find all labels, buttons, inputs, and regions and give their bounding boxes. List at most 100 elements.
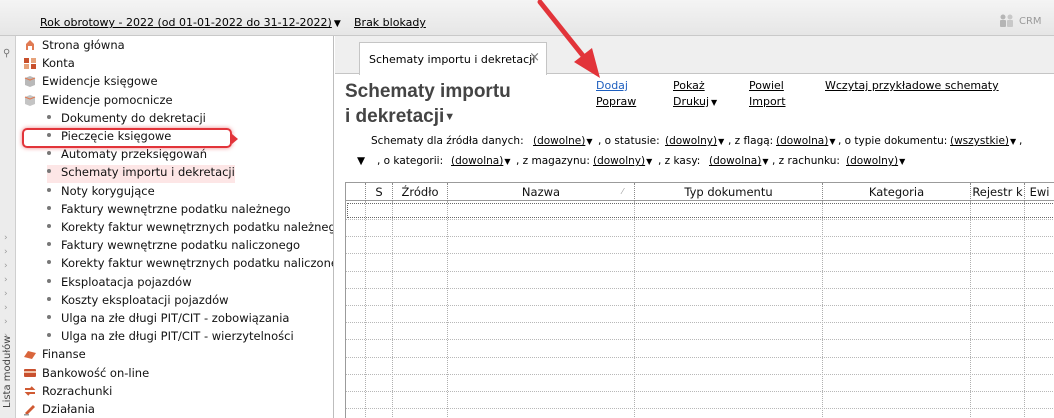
filter-doctype-value: (wszystkie) [950, 135, 1010, 147]
chevron-down-icon: ▼ [333, 19, 341, 29]
filter-cashbox-select[interactable]: (dowolna)▼ [709, 155, 768, 167]
grid-header-cell[interactable]: Rejestr k [971, 183, 1025, 201]
sidebar-item[interactable]: Strona główna [23, 38, 125, 56]
grid-column-line [1024, 201, 1025, 418]
sidebar-item-label: Konta [42, 56, 75, 71]
bullet-icon [47, 224, 51, 228]
bullet-icon [47, 114, 51, 119]
filter-trailing-comma: , [1019, 135, 1023, 147]
filter-warehouse-select[interactable]: (dowolny)▼ [593, 155, 652, 167]
edit-button[interactable]: Popraw [596, 95, 636, 108]
grid-header-cell[interactable]: Typ dokumentu [635, 183, 823, 201]
chevron-down-icon: ▼ [899, 157, 906, 166]
sidebar-subitem-label: Ulga na złe długi PIT/CIT - zobowiązania [61, 311, 290, 325]
filter-account-select[interactable]: (dowolny)▼ [846, 155, 905, 167]
filter-warehouse-label: , z magazynu: [516, 155, 590, 167]
top-bar: Rok obrotowy - 2022 (od 01-01-2022 do 31… [0, 0, 1054, 36]
grid-header-cell[interactable]: Ewi [1025, 183, 1054, 201]
grid-row-line [346, 373, 1054, 375]
filter-flag-select[interactable]: (dowolna)▼ [776, 135, 835, 147]
auxiliary-ledger-icon [23, 93, 37, 107]
sidebar-item[interactable]: Bankowość on-line [23, 366, 149, 384]
bullet-icon [47, 278, 51, 283]
grid-header-cell[interactable]: Źródło [393, 183, 448, 201]
online-banking-icon [23, 366, 37, 380]
collapse-filters-icon[interactable]: ▼ [357, 155, 365, 167]
pin-icon[interactable]: ⚲ [3, 48, 10, 59]
chevron-down-icon: ▼ [711, 98, 718, 107]
grid-header-cell[interactable]: S [366, 183, 393, 201]
app-window: Rok obrotowy - 2022 (od 01-01-2022 do 31… [0, 0, 1054, 418]
sidebar-subitem[interactable]: Ulga na złe długi PIT/CIT - zobowiązania [47, 311, 289, 329]
filter-doctype-select[interactable]: (wszystkie)▼ [950, 135, 1016, 147]
sidebar-subitem[interactable]: Faktury wewnętrzne podatku naliczonego [47, 238, 300, 256]
accounts-icon [23, 56, 37, 70]
grid-row-line [346, 219, 1054, 220]
sidebar-subitem[interactable]: Korekty faktur wewnętrznych podatku nale… [47, 220, 333, 238]
sidebar-item[interactable]: Ewidencje księgowe [23, 74, 158, 92]
sidebar-item[interactable]: Konta [23, 56, 75, 74]
chevron-down-icon: ▼ [504, 157, 511, 166]
bullet-icon [47, 205, 51, 210]
settlements-icon [23, 384, 37, 398]
sidebar-subitem[interactable]: Dokumenty do dekretacji [47, 111, 206, 129]
grid-header-cell[interactable]: Kategoria [823, 183, 971, 201]
filter-source-label: Schematy dla źródła danych: [371, 135, 524, 147]
fiscal-year-selector[interactable]: Rok obrotowy - 2022 (od 01-01-2022 do 31… [40, 16, 341, 29]
grid-row-line [346, 253, 1054, 255]
sidebar-item-label: Bankowość on-line [42, 365, 150, 380]
expand-arrows-icon[interactable]: › › › › › › › › [4, 231, 8, 343]
load-samples-button[interactable]: Wczytaj przykładowe schematy [825, 79, 999, 92]
grid-row-line [346, 305, 1054, 306]
print-button[interactable]: Drukuj ▼ [673, 95, 717, 108]
chevron-down-icon[interactable]: ▼ [444, 111, 455, 123]
sidebar-item-label: Strona główna [42, 38, 125, 52]
sidebar-item[interactable]: Działania [23, 402, 95, 418]
grid-column-line [822, 201, 823, 418]
sidebar-subitem-label: Schematy importu i dekretacji [61, 165, 235, 180]
annotation-arrow-icon [537, 0, 600, 78]
sidebar-subitem[interactable]: Korekty faktur wewnętrznych podatku nali… [47, 256, 333, 274]
sidebar-item[interactable]: Rozrachunki [23, 384, 112, 402]
sidebar-subitem[interactable]: Faktury wewnętrzne podatku należnego [47, 202, 291, 220]
module-list-strip[interactable]: ⚲ › › › › › › › › Lista modułów [0, 36, 16, 418]
sidebar-subitem-label: Eksploatacja pojazdów [61, 274, 192, 289]
filter-category-select[interactable]: (dowolna)▼ [451, 155, 510, 167]
grid-header-cell[interactable]: Nazwa [448, 183, 635, 201]
sidebar-item-label: Ewidencje księgowe [42, 74, 158, 89]
grid-column-line [392, 201, 393, 418]
sidebar-item[interactable]: Ewidencje pomocnicze [23, 93, 173, 111]
tab-import-schemes[interactable]: Schematy importu i dekretacji × [359, 42, 547, 75]
sidebar-subitem[interactable]: Koszty eksploatacji pojazdów [47, 293, 229, 311]
filter-category-label: , o kategorii: [377, 155, 444, 167]
chevron-down-icon: ▼ [829, 137, 836, 146]
bullet-icon [47, 296, 51, 301]
chevron-down-icon: ▼ [762, 157, 769, 166]
filter-flag-value: (dowolna) [776, 135, 829, 147]
sidebar-item-label: Rozrachunki [42, 383, 113, 398]
bullet-icon [47, 242, 51, 247]
duplicate-button[interactable]: Powiel [749, 79, 784, 92]
bullet-icon [47, 151, 51, 156]
crm-button[interactable]: CRM [998, 13, 1042, 27]
sidebar-subitem[interactable]: Ulga na złe długi PIT/CIT - wierzytelnoś… [47, 329, 294, 347]
sidebar-item-selected[interactable]: Schematy importu i dekretacji [47, 165, 235, 184]
bullet-icon [47, 187, 51, 192]
filter-source-select[interactable]: (dowolne)▼ [533, 135, 592, 147]
import-button[interactable]: Import [749, 95, 786, 108]
show-button[interactable]: Pokaż [673, 79, 705, 92]
sidebar-subitem[interactable]: Automaty przeksięgowań [47, 147, 207, 165]
lock-status-link[interactable]: Brak blokady [354, 16, 426, 29]
grid-row-line [346, 287, 1054, 289]
filter-status-select[interactable]: (dowolny)▼ [665, 135, 724, 147]
sidebar-item[interactable]: Finanse [23, 347, 86, 365]
finance-icon [23, 347, 37, 361]
sidebar-subitem[interactable]: Noty korygujące [47, 184, 155, 202]
filter-warehouse-value: (dowolny) [593, 155, 646, 167]
filter-cashbox-label: , z kasy: [658, 155, 701, 167]
table-row-focused[interactable] [347, 203, 1054, 218]
schemes-grid: S Źródło Nazwa Typ dokumentu Kategoria Rejest… [345, 182, 1054, 418]
filter-account-value: (dowolny) [846, 155, 899, 167]
sort-icon[interactable]: ⁄ [622, 187, 623, 196]
sidebar-subitem[interactable]: Eksploatacja pojazdów [47, 275, 192, 293]
